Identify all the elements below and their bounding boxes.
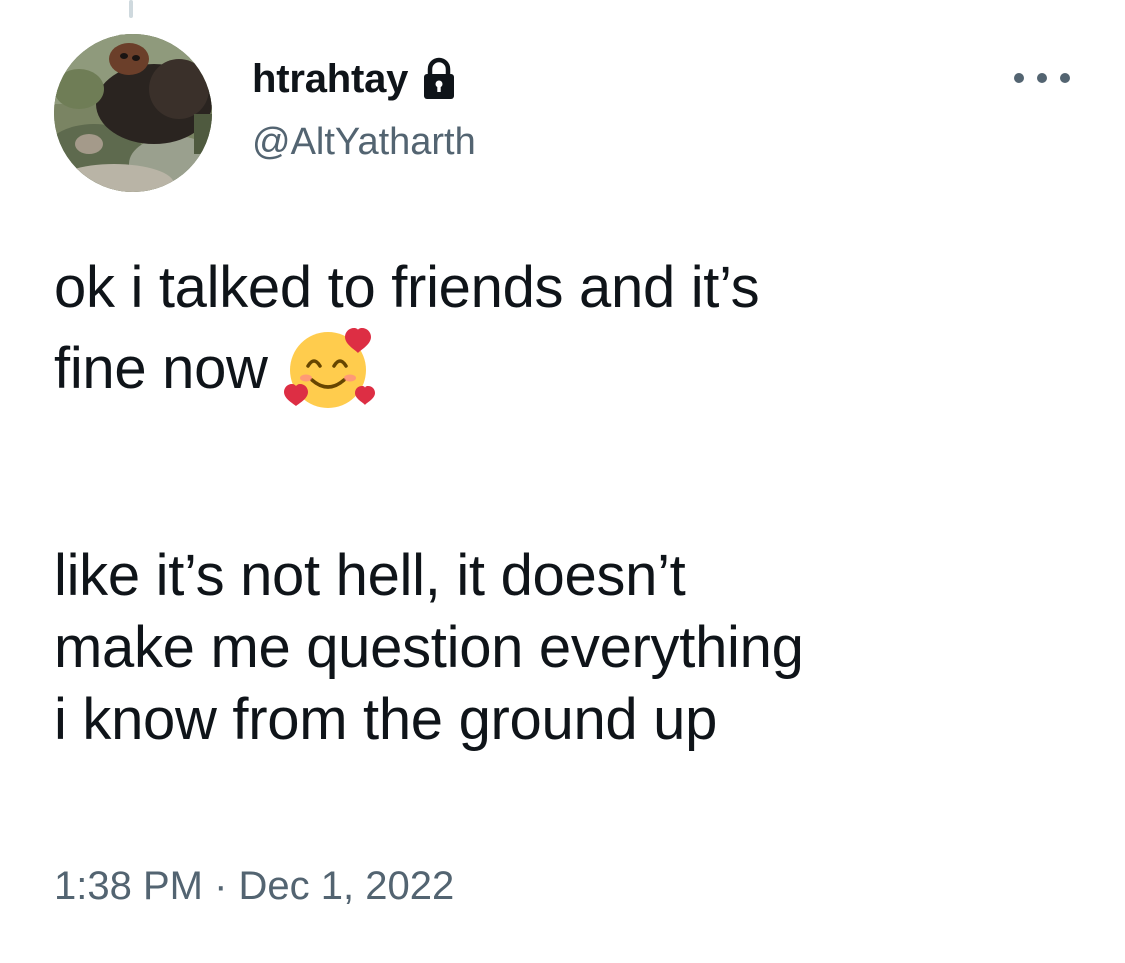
tweet-line: like it’s not hell, it doesn’t	[54, 543, 686, 608]
author-name-row: htrahtay	[252, 50, 456, 108]
display-name[interactable]: htrahtay	[252, 55, 408, 103]
smiling-face-with-hearts-icon	[282, 324, 378, 410]
tweet-line: ok i talked to friends and it’s	[54, 255, 760, 320]
tweet-line-with-emoji: fine now	[54, 324, 1094, 408]
tweet-line: fine now	[54, 336, 268, 401]
tweet-text: ok i talked to friends and it’s fine now…	[54, 252, 1094, 756]
thread-connector-line	[129, 0, 133, 18]
tweet-time: 1:38 PM	[54, 864, 203, 908]
more-dot	[1060, 73, 1070, 83]
more-dot	[1014, 73, 1024, 83]
tweet-date: Dec 1, 2022	[238, 864, 455, 908]
tweet-line: make me question everything	[54, 615, 804, 680]
tweet-line: i know from the ground up	[54, 687, 718, 752]
timestamp-separator: ·	[214, 864, 228, 908]
more-dot	[1037, 73, 1047, 83]
more-options-icon[interactable]	[1014, 60, 1070, 96]
lock-icon	[422, 57, 456, 101]
tweet-timestamp[interactable]: 1:38 PM · Dec 1, 2022	[54, 860, 454, 912]
avatar[interactable]	[54, 34, 212, 192]
user-handle[interactable]: @AltYatharth	[252, 118, 476, 166]
